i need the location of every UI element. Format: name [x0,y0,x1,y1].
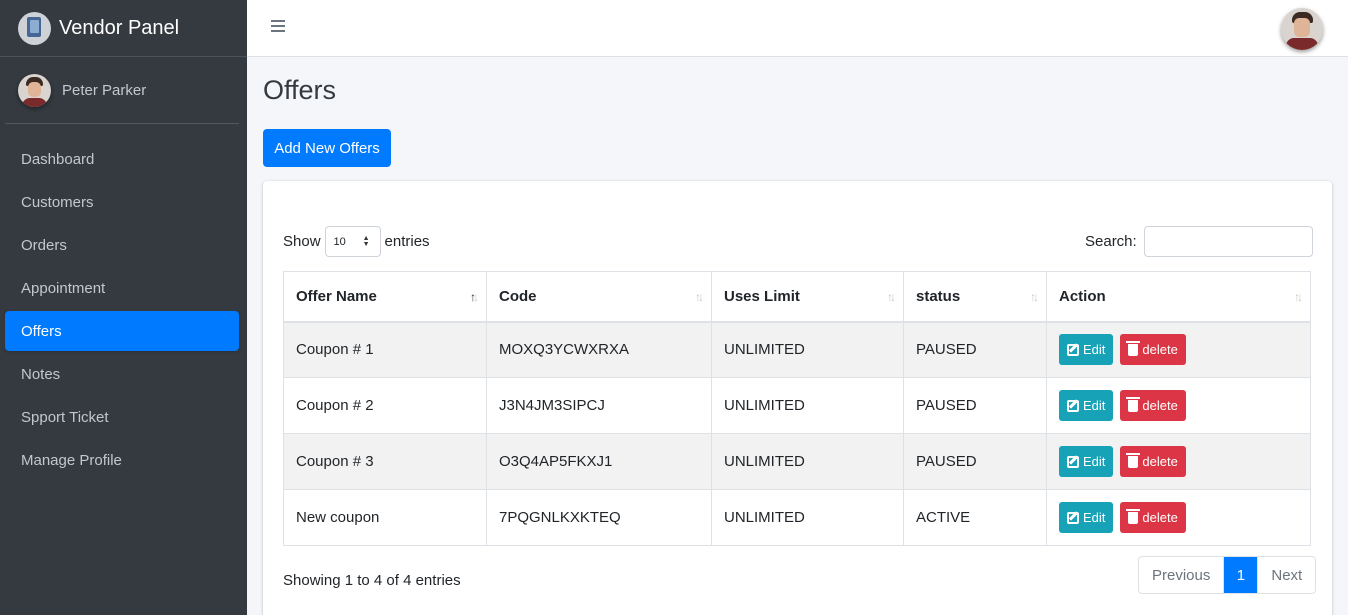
sidebar-item-appointment[interactable]: Appointment [5,268,239,308]
cell-code: 7PQGNLKXKTEQ [486,489,712,546]
table-row: Coupon # 1 MOXQ3YCWXRXA UNLIMITED PAUSED… [283,321,1311,378]
cell-action: Edit delete [1046,489,1311,546]
select-arrows-icon: ▲ ▼ [362,235,370,248]
delete-button[interactable]: delete [1120,334,1186,366]
cell-offer-name: Coupon # 3 [283,433,487,490]
column-header-code[interactable]: Code ↑↓ [486,271,712,323]
trash-icon [1126,396,1141,412]
pagination-page-1[interactable]: 1 [1224,557,1258,593]
cell-action: Edit delete [1046,433,1311,490]
brand-title: Vendor Panel [59,16,180,39]
pagination-next[interactable]: Next [1257,557,1315,593]
table-row: New coupon 7PQGNLKXKTEQ UNLIMITED ACTIVE… [283,489,1311,546]
cell-code: J3N4JM3SIPCJ [486,377,712,434]
sort-asc-icon: ↑↓ [470,290,479,304]
cell-action: Edit delete [1046,321,1311,378]
pagination: Previous 1 Next [1138,556,1317,594]
top-navbar [247,0,1348,57]
cell-uses-limit: UNLIMITED [711,489,904,546]
main-content: Offers Add New Offers Show 10 ▲ ▼ entries… [247,57,1348,615]
user-name[interactable]: Peter Parker [62,82,146,99]
table-row: Coupon # 3 O3Q4AP5FKXJ1 UNLIMITED PAUSED… [283,433,1311,490]
user-avatar [18,73,51,107]
sidebar-nav: Dashboard Customers Orders Appointment O… [0,124,247,480]
sidebar-item-support-ticket[interactable]: Spport Ticket [5,397,239,437]
cell-code: O3Q4AP5FKXJ1 [486,433,712,490]
column-header-action[interactable]: Action ↑↓ [1046,271,1311,323]
pagination-previous[interactable]: Previous [1139,557,1225,593]
sidebar-item-dashboard[interactable]: Dashboard [5,139,239,179]
sort-icon: ↑↓ [695,290,704,304]
delete-button[interactable]: delete [1120,390,1186,421]
add-new-offers-button[interactable]: Add New Offers [263,129,391,167]
cell-status: PAUSED [903,433,1047,490]
trash-icon [1126,452,1141,468]
edit-button[interactable]: Edit [1059,446,1114,477]
entries-length-control: Show 10 ▲ ▼ entries [283,226,430,257]
sort-icon: ↑↓ [887,290,896,304]
edit-icon [1067,455,1079,468]
offers-table: Offer Name ↑↓ Code ↑↓ Uses Limit ↑↓ stat… [283,271,1311,546]
table-header-row: Offer Name ↑↓ Code ↑↓ Uses Limit ↑↓ stat… [283,271,1311,323]
sidebar-item-customers[interactable]: Customers [5,182,239,222]
table-info: Showing 1 to 4 of 4 entries [283,572,461,589]
edit-icon [1067,511,1079,524]
cell-action: Edit delete [1046,377,1311,434]
cell-uses-limit: UNLIMITED [711,377,904,434]
cell-status: PAUSED [903,377,1047,434]
edit-icon [1067,343,1079,356]
cell-status: ACTIVE [903,489,1047,546]
cell-offer-name: Coupon # 1 [283,321,487,378]
entries-label: entries [384,233,430,250]
table-row: Coupon # 2 J3N4JM3SIPCJ UNLIMITED PAUSED… [283,377,1311,434]
column-header-offer-name[interactable]: Offer Name ↑↓ [283,271,487,323]
offers-card: Show 10 ▲ ▼ entries Search: Offer Name ↑↓… [263,181,1332,615]
sort-icon: ↑↓ [1030,290,1039,304]
search-control: Search: [1085,226,1313,257]
menu-toggle-icon[interactable] [271,20,285,34]
show-label: Show [283,233,321,250]
sort-icon: ↑↓ [1294,290,1303,304]
delete-button[interactable]: delete [1120,446,1186,477]
cell-code: MOXQ3YCWXRXA [486,321,712,378]
top-user-avatar[interactable] [1281,8,1323,50]
trash-icon [1126,340,1141,356]
brand-link[interactable]: Vendor Panel [0,0,247,57]
sidebar: Vendor Panel Peter Parker Dashboard Cust… [0,0,247,615]
edit-button[interactable]: Edit [1059,334,1114,366]
edit-button[interactable]: Edit [1059,502,1114,533]
brand-logo-icon [18,11,51,45]
delete-button[interactable]: delete [1120,502,1186,533]
entries-select-value: 10 [333,235,346,248]
cell-uses-limit: UNLIMITED [711,433,904,490]
search-label: Search: [1085,233,1137,250]
cell-offer-name: New coupon [283,489,487,546]
sidebar-item-orders[interactable]: Orders [5,225,239,265]
sidebar-item-offers[interactable]: Offers [5,311,239,351]
edit-button[interactable]: Edit [1059,390,1114,421]
column-header-uses-limit[interactable]: Uses Limit ↑↓ [711,271,904,323]
page-title: Offers [263,75,337,105]
column-header-status[interactable]: status ↑↓ [903,271,1047,323]
user-panel[interactable]: Peter Parker [5,57,239,124]
cell-status: PAUSED [903,321,1047,378]
edit-icon [1067,399,1079,412]
cell-offer-name: Coupon # 2 [283,377,487,434]
sidebar-item-manage-profile[interactable]: Manage Profile [5,440,239,480]
trash-icon [1126,508,1141,524]
search-input[interactable] [1143,226,1313,257]
entries-select[interactable]: 10 ▲ ▼ [324,226,381,257]
sidebar-item-notes[interactable]: Notes [5,354,239,394]
cell-uses-limit: UNLIMITED [711,321,904,378]
